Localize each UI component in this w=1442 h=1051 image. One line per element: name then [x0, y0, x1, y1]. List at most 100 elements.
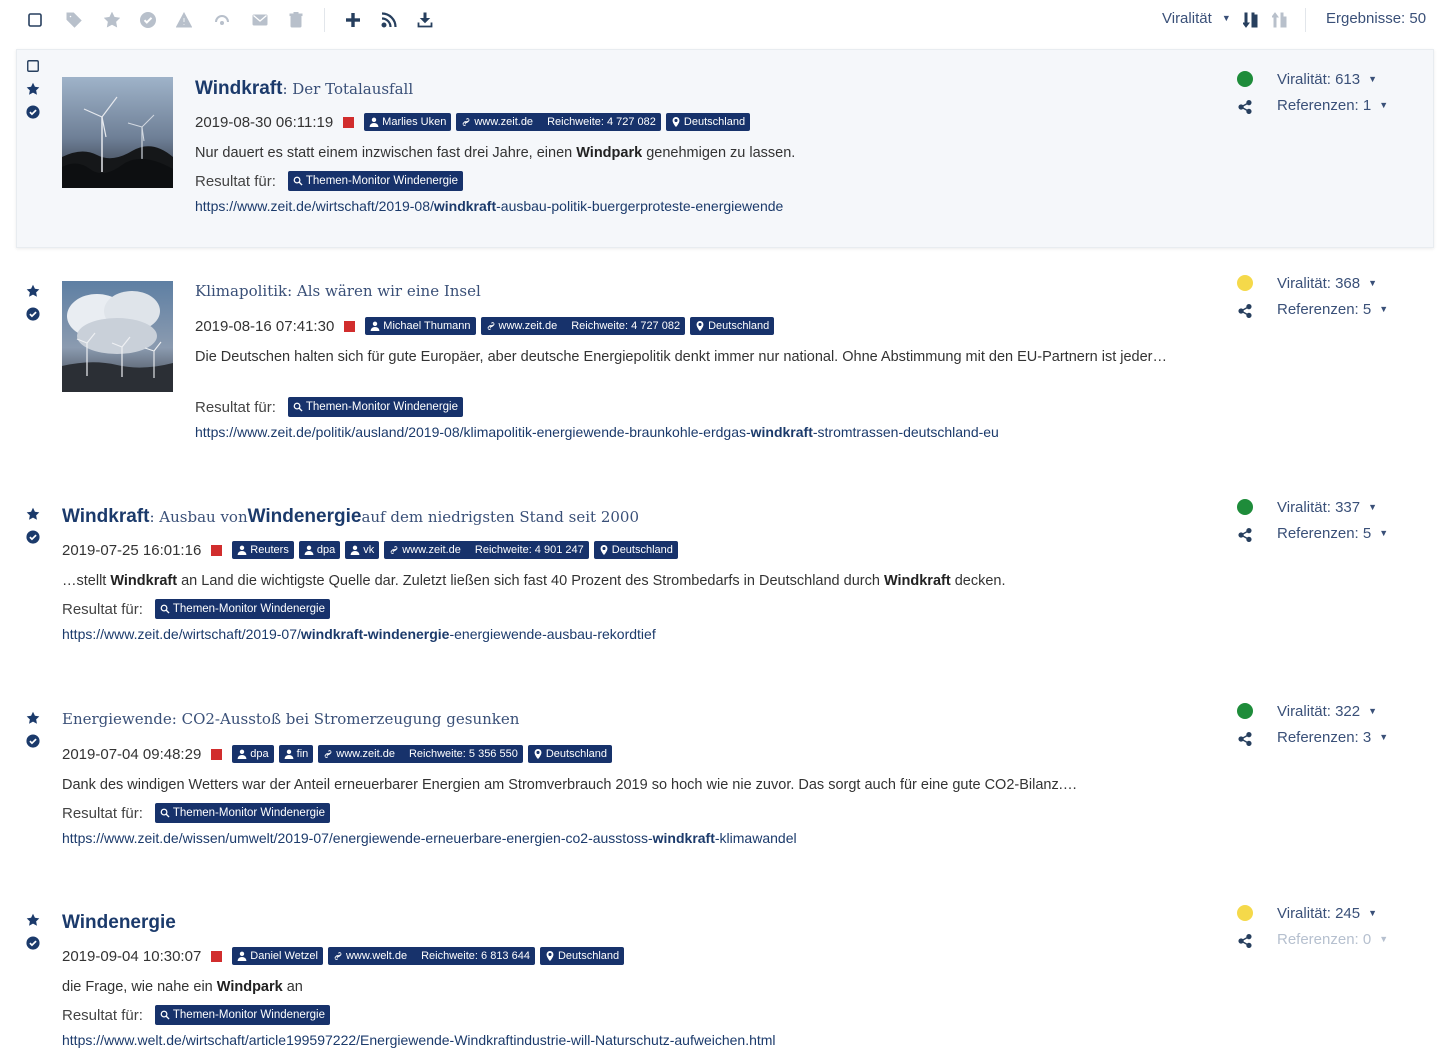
article-title[interactable]: Windenergie: [62, 912, 176, 936]
star-icon[interactable]: [25, 710, 41, 726]
source-badge[interactable]: www.welt.de Reichweite: 6 813 644: [327, 947, 535, 965]
country-badge[interactable]: Deutschland: [539, 947, 625, 965]
article-actions: [25, 710, 45, 756]
author-badge[interactable]: dpa: [298, 541, 341, 559]
search-icon: [160, 1010, 170, 1020]
check-circle-icon[interactable]: [25, 104, 41, 120]
virality-status-dot: [1237, 499, 1253, 515]
monitor-badge[interactable]: Themen-Monitor Windenergie: [154, 599, 330, 619]
toolbar-divider: [324, 8, 325, 32]
result-for: Resultat für: Themen-Monitor Windenergie: [62, 599, 335, 619]
rss-off-icon[interactable]: [212, 10, 232, 30]
article-thumbnail[interactable]: [62, 281, 173, 392]
share-icon[interactable]: [1238, 934, 1252, 948]
author-badge[interactable]: dpa: [232, 745, 274, 763]
star-icon[interactable]: [25, 506, 41, 522]
star-icon[interactable]: [102, 10, 122, 30]
share-icon[interactable]: [1238, 528, 1252, 542]
warning-icon[interactable]: [174, 10, 194, 30]
author-badge[interactable]: Marlies Uken: [364, 113, 452, 131]
article-actions: [25, 58, 45, 127]
references-dropdown[interactable]: Referenzen: 1 ▼: [1277, 97, 1388, 114]
plus-icon[interactable]: [343, 10, 363, 30]
article-title[interactable]: Windkraft: Ausbau von Windenergie auf de…: [62, 506, 639, 530]
check-circle-icon[interactable]: [25, 529, 41, 545]
source-badge[interactable]: www.zeit.de Reichweite: 4 901 247: [384, 541, 589, 559]
author-badge[interactable]: fin: [278, 745, 314, 763]
article-meta: 2019-09-04 10:30:07 Daniel Wetzel www.welt…: [62, 947, 629, 965]
source-badge[interactable]: www.zeit.de Reichweite: 5 356 550: [318, 745, 523, 763]
mail-icon[interactable]: [250, 10, 270, 30]
references-dropdown[interactable]: Referenzen: 0 ▼: [1277, 931, 1388, 948]
source-badge[interactable]: www.zeit.de Reichweite: 4 727 082: [456, 113, 661, 131]
source-badge[interactable]: www.zeit.de Reichweite: 4 727 082: [480, 317, 686, 335]
author-badge[interactable]: Daniel Wetzel: [232, 947, 323, 965]
article-stats: Viralität: 245 ▼ Referenzen: 0 ▼: [1236, 905, 1436, 965]
monitor-badge[interactable]: Themen-Monitor Windenergie: [154, 803, 330, 823]
download-icon[interactable]: [415, 10, 435, 30]
star-icon[interactable]: [25, 81, 41, 97]
check-circle-icon[interactable]: [25, 733, 41, 749]
article-url[interactable]: https://www.zeit.de/politik/ausland/2019…: [195, 424, 999, 440]
sort-dropdown[interactable]: Viralität ▼: [1162, 10, 1231, 27]
virality-dropdown[interactable]: Viralität: 613 ▼: [1277, 71, 1377, 88]
references-dropdown[interactable]: Referenzen: 3 ▼: [1277, 729, 1388, 746]
chevron-down-icon: ▼: [1368, 908, 1378, 918]
flag-marker: [211, 544, 223, 556]
search-icon: [160, 604, 170, 614]
results-count: Ergebnisse: 50: [1326, 10, 1427, 27]
country-badge[interactable]: Deutschland: [593, 541, 678, 559]
virality-dropdown[interactable]: Viralität: 368 ▼: [1277, 275, 1377, 292]
title-text: auf dem niedrigsten Stand seit 2000: [361, 508, 640, 526]
share-icon[interactable]: [1238, 100, 1252, 114]
monitor-badge[interactable]: Themen-Monitor Windenergie: [287, 397, 463, 417]
check-circle-icon[interactable]: [25, 306, 41, 322]
sort-descending-icon[interactable]: [1241, 10, 1261, 30]
article-title[interactable]: Energiewende: CO2-Ausstoß bei Stromerzeu…: [62, 710, 519, 734]
result-label: Resultat für:: [195, 398, 276, 416]
virality-dropdown[interactable]: Viralität: 245 ▼: [1277, 905, 1377, 922]
author-badge[interactable]: Reuters: [232, 541, 294, 559]
article-url[interactable]: https://www.zeit.de/wirtschaft/2019-08/w…: [195, 198, 783, 214]
article-snippet: …stellt Windkraft an Land die wichtigste…: [62, 573, 1006, 589]
map-pin-icon: [671, 117, 681, 127]
trash-icon[interactable]: [286, 10, 306, 30]
result-label: Resultat für:: [62, 1006, 143, 1024]
country-badge[interactable]: Deutschland: [527, 745, 612, 763]
rss-icon[interactable]: [379, 10, 399, 30]
tag-icon[interactable]: [64, 10, 84, 30]
author-badge[interactable]: vk: [345, 541, 380, 559]
references-dropdown[interactable]: Referenzen: 5 ▼: [1277, 525, 1388, 542]
select-checkbox-icon[interactable]: [25, 58, 41, 74]
check-circle-icon[interactable]: [138, 10, 158, 30]
article-url[interactable]: https://www.zeit.de/wirtschaft/2019-07/w…: [62, 626, 656, 642]
monitor-badge[interactable]: Themen-Monitor Windenergie: [287, 171, 463, 191]
sort-ascending-icon[interactable]: [1270, 10, 1290, 30]
chevron-down-icon: ▼: [1379, 934, 1389, 944]
user-icon: [304, 545, 314, 555]
article-meta: 2019-08-30 06:11:19 Marlies Uken www.zeit.…: [195, 113, 755, 131]
star-icon[interactable]: [25, 912, 41, 928]
title-text: Klimapolitik: Als wären wir eine Insel: [195, 282, 481, 300]
share-icon[interactable]: [1238, 732, 1252, 746]
article-title[interactable]: Windkraft: Der Totalausfall: [195, 78, 413, 102]
references-dropdown[interactable]: Referenzen: 5 ▼: [1277, 301, 1388, 318]
flag-marker: [211, 748, 223, 760]
virality-dropdown[interactable]: Viralität: 337 ▼: [1277, 499, 1377, 516]
article-url[interactable]: https://www.welt.de/wirtschaft/article19…: [62, 1032, 776, 1048]
user-icon: [370, 321, 380, 331]
author-badge[interactable]: Michael Thumann: [365, 317, 476, 335]
check-circle-icon[interactable]: [25, 935, 41, 951]
article-title[interactable]: Klimapolitik: Als wären wir eine Insel: [195, 282, 481, 306]
chevron-down-icon: ▼: [1368, 74, 1378, 84]
article-url[interactable]: https://www.zeit.de/wissen/umwelt/2019-0…: [62, 830, 797, 846]
article-thumbnail[interactable]: [62, 77, 173, 188]
monitor-badge[interactable]: Themen-Monitor Windenergie: [154, 1005, 330, 1025]
country-badge[interactable]: Deutschland: [690, 317, 775, 335]
country-badge[interactable]: Deutschland: [665, 113, 751, 131]
article-actions: [25, 506, 45, 552]
star-icon[interactable]: [25, 283, 41, 299]
virality-dropdown[interactable]: Viralität: 322 ▼: [1277, 703, 1377, 720]
select-all-checkbox-icon[interactable]: [25, 10, 45, 30]
share-icon[interactable]: [1238, 304, 1252, 318]
